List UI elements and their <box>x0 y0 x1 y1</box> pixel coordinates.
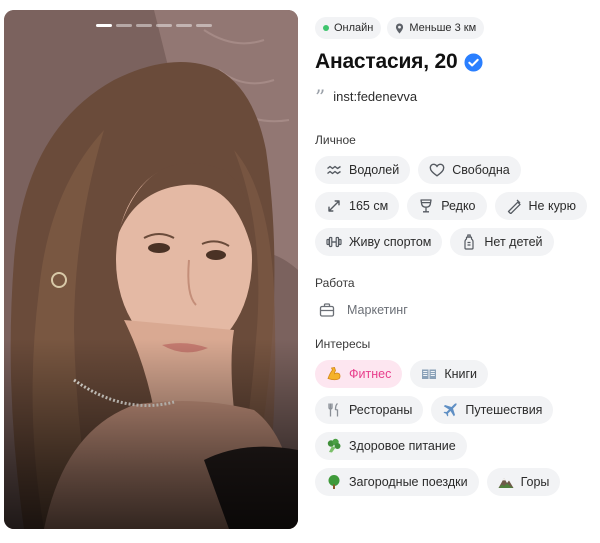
photo-pagination[interactable] <box>96 24 212 27</box>
chip-interest-fitness[interactable]: Фитнес <box>315 360 403 388</box>
section-title-interests: Интересы <box>315 337 371 351</box>
online-dot-icon <box>323 25 329 31</box>
chip-sport[interactable]: Живу спортом <box>315 228 443 256</box>
personal-chips: Водолей Свободна 165 см Редко Не курю Жи… <box>315 156 600 256</box>
online-label: Онлайн <box>334 22 374 34</box>
chip-interest-mountains[interactable]: Горы <box>486 468 561 496</box>
chip-interest-books[interactable]: Книги <box>410 360 489 388</box>
chip-label: Горы <box>520 475 550 489</box>
chip-label: Не курю <box>528 199 577 213</box>
profile-info: Онлайн Меньше 3 км Анастасия, 20 ” inst:… <box>315 17 600 496</box>
profile-name: Анастасия, 20 <box>315 50 458 73</box>
photo-page-indicator[interactable] <box>196 24 212 27</box>
chip-label: Живу спортом <box>349 235 432 249</box>
dumbbell-icon <box>326 236 342 248</box>
work-value: Маркетинг <box>347 303 408 317</box>
status-row: Онлайн Меньше 3 км <box>315 17 600 39</box>
photo-page-indicator-active[interactable] <box>96 24 112 27</box>
photo-page-indicator[interactable] <box>176 24 192 27</box>
distance-label: Меньше 3 км <box>409 22 477 34</box>
photo-page-indicator[interactable] <box>116 24 132 27</box>
wine-glass-icon <box>420 199 432 213</box>
chip-interest-healthy-food[interactable]: Здоровое питание <box>315 432 467 460</box>
chip-label: Загородные поездки <box>349 475 468 489</box>
no-smoking-icon <box>507 199 521 214</box>
bio-text[interactable]: inst:fedenevva <box>333 89 417 104</box>
chip-interest-country-trips[interactable]: Загородные поездки <box>315 468 479 496</box>
chip-label: Фитнес <box>349 367 392 381</box>
airplane-icon <box>443 403 457 417</box>
bio-row: ” inst:fedenevva <box>315 84 600 109</box>
photo-page-indicator[interactable] <box>136 24 152 27</box>
location-pin-icon <box>396 23 404 33</box>
mountain-icon <box>498 478 514 488</box>
quote-icon: ” <box>315 84 326 109</box>
briefcase-icon <box>319 303 335 317</box>
expand-arrows-icon <box>328 200 340 212</box>
chip-label: Здоровое питание <box>349 439 456 453</box>
profile-photo[interactable] <box>4 10 298 529</box>
flexed-biceps-icon <box>327 367 341 381</box>
name-row: Анастасия, 20 <box>315 50 600 74</box>
chip-label: Нет детей <box>484 235 543 249</box>
chip-label: Свободна <box>452 163 510 177</box>
chip-label: Путешествия <box>465 403 543 417</box>
fork-knife-icon <box>328 402 339 417</box>
chip-height[interactable]: 165 см <box>315 192 400 220</box>
chip-interest-travel[interactable]: Путешествия <box>431 396 554 424</box>
chip-label: Рестораны <box>349 403 413 417</box>
chip-relationship[interactable]: Свободна <box>418 156 521 184</box>
photo-gradient-overlay <box>4 339 298 529</box>
open-book-icon <box>422 369 437 379</box>
chip-label: Водолей <box>349 163 400 177</box>
tree-icon <box>328 475 340 489</box>
chip-interest-restaurants[interactable]: Рестораны <box>315 396 424 424</box>
section-title-personal: Личное <box>315 133 356 147</box>
distance-badge: Меньше 3 км <box>387 17 485 39</box>
online-badge: Онлайн <box>315 17 382 39</box>
photo-page-indicator[interactable] <box>156 24 172 27</box>
baby-bottle-icon <box>464 234 475 250</box>
chip-smoking[interactable]: Не курю <box>494 192 588 220</box>
interest-chips: Фитнес Книги Рестораны Путешествия Здоро… <box>315 360 600 496</box>
broccoli-icon <box>327 438 341 453</box>
chip-label: Книги <box>444 367 478 381</box>
heart-icon <box>429 163 445 177</box>
aquarius-icon <box>327 165 341 175</box>
chip-label: Редко <box>441 199 476 213</box>
section-title-work: Работа <box>315 276 355 290</box>
work-row: Маркетинг <box>315 302 600 318</box>
chip-zodiac[interactable]: Водолей <box>315 156 411 184</box>
verified-badge-icon[interactable] <box>464 52 483 72</box>
chip-alcohol[interactable]: Редко <box>407 192 487 220</box>
chip-children[interactable]: Нет детей <box>450 228 554 256</box>
chip-label: 165 см <box>349 199 389 213</box>
